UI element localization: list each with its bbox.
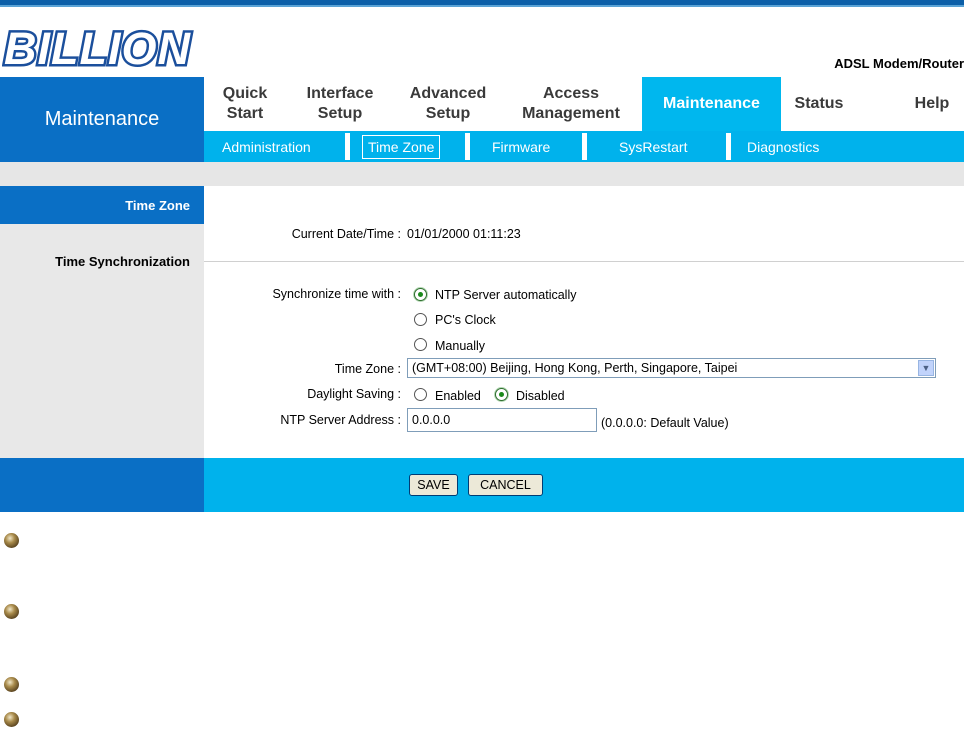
bullet-icon [4, 712, 19, 727]
subnav-divider [726, 133, 731, 160]
sync-pc-clock-radio[interactable] [414, 313, 427, 326]
nav-interface-setup[interactable]: Interface Setup [290, 77, 390, 131]
dst-enabled-label: Enabled [435, 389, 481, 403]
time-zone-select[interactable]: (GMT+08:00) Beijing, Hong Kong, Perth, S… [407, 358, 936, 378]
current-datetime-value: 01/01/2000 01:11:23 [407, 227, 521, 241]
top-border-light [0, 5, 964, 7]
ntp-address-hint: (0.0.0.0: Default Value) [601, 416, 729, 430]
time-zone-selected: (GMT+08:00) Beijing, Hong Kong, Perth, S… [412, 361, 738, 375]
nav-section-title: Maintenance [44, 108, 160, 130]
chevron-down-icon[interactable]: ▼ [918, 360, 934, 376]
logo-text: BILLION [4, 23, 191, 72]
sync-manually-label: Manually [435, 339, 486, 353]
sync-manually-radio[interactable] [414, 338, 427, 351]
nav-status[interactable]: Status [781, 77, 857, 131]
save-button[interactable]: SAVE [409, 474, 458, 496]
ntp-address-input[interactable]: 0.0.0.0 [407, 408, 597, 432]
current-datetime-label: Current Date/Time : [291, 227, 401, 241]
sync-label: Synchronize time with : [272, 287, 401, 301]
sync-ntp-label: NTP Server automatically [435, 288, 577, 302]
dst-disabled-label: Disabled [516, 389, 565, 403]
sidebar-time-zone-label: Time Zone [125, 198, 190, 213]
product-name: ADSL Modem/Router [834, 56, 964, 71]
dst-enabled-radio[interactable] [414, 388, 427, 401]
dst-disabled-radio[interactable] [495, 388, 508, 401]
cancel-button[interactable]: CANCEL [468, 474, 543, 496]
nav-help[interactable]: Help [900, 77, 964, 131]
subnav-divider [345, 133, 350, 160]
sync-ntp-radio[interactable] [414, 288, 427, 301]
bullet-icon [4, 604, 19, 619]
nav-advanced-setup[interactable]: Advanced Setup [396, 77, 500, 131]
subnav-time-zone[interactable]: Time Zone [362, 135, 441, 159]
sidebar-time-sync-label: Time Synchronization [55, 254, 190, 269]
billion-logo: BILLION BILLION [2, 22, 193, 72]
daylight-saving-label: Daylight Saving : [307, 387, 401, 401]
bullet-icon [4, 533, 19, 548]
time-zone-label: Time Zone : [334, 362, 401, 376]
section-divider [204, 261, 964, 262]
footer-left-panel [0, 458, 204, 512]
subnav-firmware[interactable]: Firmware [492, 136, 550, 158]
subnav-sysrestart[interactable]: SysRestart [619, 136, 687, 158]
nav-quick-start[interactable]: Quick Start [204, 77, 286, 131]
nav-maintenance[interactable]: Maintenance [642, 77, 781, 131]
grey-strip [0, 162, 964, 186]
bullet-icon [4, 677, 19, 692]
nav-access-management[interactable]: Access Management [506, 77, 636, 131]
sync-pc-clock-label: PC's Clock [435, 313, 496, 327]
subnav-divider [582, 133, 587, 160]
subnav-diagnostics[interactable]: Diagnostics [747, 136, 819, 158]
subnav-administration[interactable]: Administration [222, 136, 311, 158]
footer-button-bar [204, 458, 964, 512]
subnav-divider [465, 133, 470, 160]
ntp-address-label: NTP Server Address : [280, 413, 401, 427]
left-sidebar [0, 186, 204, 458]
